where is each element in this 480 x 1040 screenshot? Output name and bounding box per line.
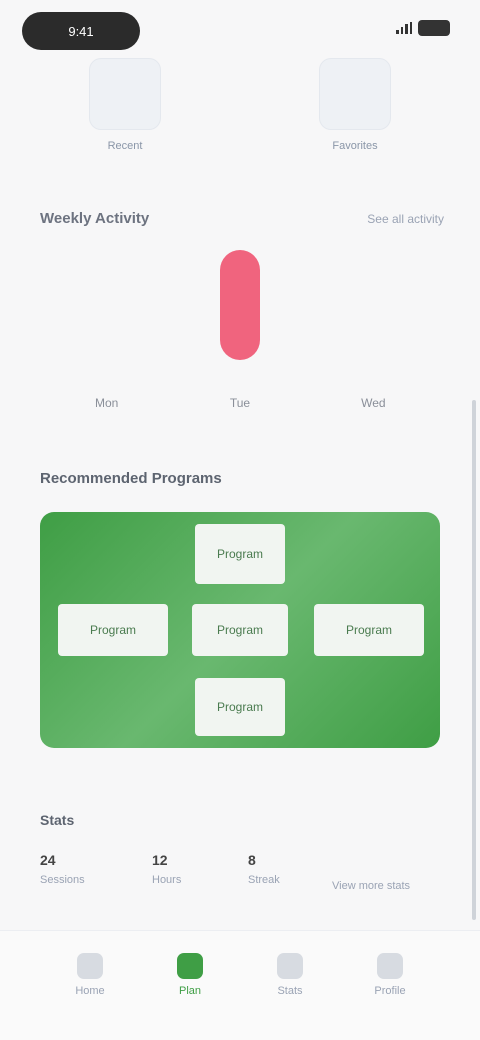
tab-label: Home	[75, 985, 105, 997]
stat-value: 12	[152, 852, 168, 868]
card-thumbnail	[89, 58, 161, 130]
card-caption: Recent	[107, 140, 143, 152]
chart-tick-label: Mon	[94, 396, 119, 410]
chart-tick-label: Wed	[361, 396, 386, 410]
profile-icon	[377, 953, 403, 979]
chart-bar	[220, 250, 260, 360]
tab-profile[interactable]: Profile	[360, 953, 420, 997]
program-tile-right[interactable]: Program	[314, 604, 424, 656]
stat-value: 24	[40, 852, 56, 868]
chart-tick-label: Tue	[229, 396, 251, 410]
plan-icon	[177, 953, 203, 979]
tab-home[interactable]: Home	[60, 953, 120, 997]
scrollbar[interactable]	[472, 400, 476, 920]
tab-bar: Home Plan Stats Profile	[0, 930, 480, 1040]
tab-label: Profile	[374, 985, 406, 997]
card-thumbnail	[319, 58, 391, 130]
stat-item: 24 Sessions	[40, 852, 85, 886]
tab-label: Plan	[178, 985, 202, 997]
stat-label: Sessions	[40, 874, 85, 886]
banner-title: Recommended Programs	[40, 470, 222, 487]
program-tile-center[interactable]: Program	[192, 604, 288, 656]
status-icons	[396, 20, 450, 36]
top-card-right[interactable]: Favorites	[310, 58, 400, 168]
tab-plan[interactable]: Plan	[160, 953, 220, 997]
stats-title: Stats	[40, 812, 75, 828]
home-icon	[77, 953, 103, 979]
program-banner: Program Program Program Program Program	[40, 512, 440, 748]
stat-item: 12 Hours	[152, 852, 181, 886]
activity-title: Weekly Activity	[40, 210, 150, 227]
program-tile-bottom[interactable]: Program	[195, 678, 285, 736]
activity-chart: Mon Tue Wed	[40, 240, 440, 410]
stat-label: Streak	[248, 874, 280, 886]
program-tile-left[interactable]: Program	[58, 604, 168, 656]
activity-header: Weekly Activity See all activity	[40, 210, 444, 227]
battery-icon	[418, 20, 450, 36]
stats-icon	[277, 953, 303, 979]
stats-more-link[interactable]: View more stats	[332, 880, 410, 892]
status-bar: 9:41	[22, 10, 450, 52]
top-card-left[interactable]: Recent	[80, 58, 170, 168]
signal-icon	[396, 22, 412, 34]
stat-label: Hours	[152, 874, 182, 886]
program-tile-top[interactable]: Program	[195, 524, 285, 584]
status-time: 9:41	[22, 12, 140, 50]
tab-label: Stats	[277, 985, 303, 997]
tab-stats[interactable]: Stats	[260, 953, 320, 997]
stat-item: 8 Streak	[248, 852, 280, 886]
activity-see-all-link[interactable]: See all activity	[367, 212, 444, 226]
stat-value: 8	[248, 852, 256, 868]
top-cards: Recent Favorites	[0, 58, 480, 168]
card-caption: Favorites	[332, 140, 378, 152]
